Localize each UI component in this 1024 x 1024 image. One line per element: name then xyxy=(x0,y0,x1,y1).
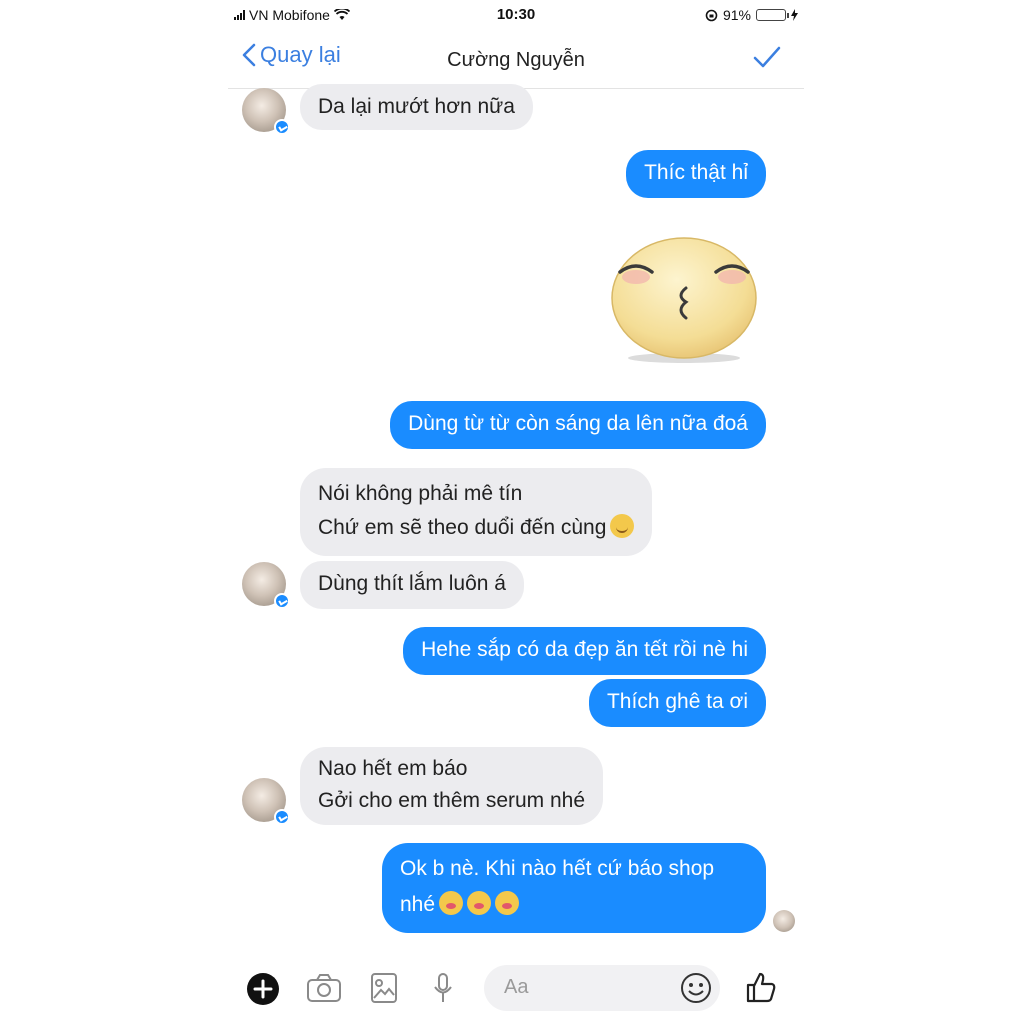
message-bubble-incoming[interactable]: Nói không phải mê tín Chứ em sẽ theo duổ… xyxy=(300,468,653,556)
message-bubble-incoming[interactable]: Dùng thít lắm luôn á xyxy=(300,561,524,609)
kissing-face-emoji-icon xyxy=(495,891,520,915)
message-bubble-outgoing[interactable]: Ok b nè. Khi nào hết cứ báo shop nhé xyxy=(382,843,766,933)
message-bubble-outgoing[interactable]: Thíc thật hỉ xyxy=(626,150,766,198)
battery-info: 91% xyxy=(705,7,798,23)
messenger-screen: VN Mobifone 10:30 91% Quay lại Cường Ngu… xyxy=(228,0,804,1024)
image-icon[interactable] xyxy=(370,972,398,1004)
message-text: Dùng từ từ còn sáng da lên nữa đoá xyxy=(408,412,748,435)
camera-icon[interactable] xyxy=(306,973,342,1003)
contact-avatar[interactable] xyxy=(242,562,290,609)
smiling-face-emoji-icon xyxy=(610,514,635,538)
message-text: Thích ghê ta ơi xyxy=(606,690,748,713)
message-line: Chứ em sẽ theo duổi đến cùng xyxy=(318,511,635,545)
messenger-badge-icon xyxy=(274,593,290,609)
rotation-lock-icon xyxy=(705,9,718,21)
message-text: Gởi cho em thêm serum nhé xyxy=(318,789,586,812)
battery-percent: 91% xyxy=(722,7,751,23)
done-button[interactable] xyxy=(752,44,782,75)
seen-avatar xyxy=(773,910,795,932)
message-bubble-outgoing[interactable]: Hehe sắp có da đẹp ăn tết rồi nè hi xyxy=(403,627,766,675)
thumbs-up-icon[interactable] xyxy=(744,970,778,1004)
message-text: Ok b nè. Khi nào hết cứ báo shop xyxy=(400,857,715,880)
kissing-face-emoji-icon xyxy=(467,891,492,915)
status-bar: VN Mobifone 10:30 91% xyxy=(228,0,804,30)
battery-icon xyxy=(756,9,789,21)
message-text: Hehe sắp có da đẹp ăn tết rồi nè hi xyxy=(421,638,748,661)
message-text: nhé xyxy=(400,893,436,916)
message-text: Nao hết em báo xyxy=(318,757,468,780)
message-bubble-outgoing[interactable]: Dùng từ từ còn sáng da lên nữa đoá xyxy=(390,401,766,449)
message-text: Nói không phải mê tín xyxy=(318,482,523,505)
messenger-badge-icon xyxy=(274,119,290,135)
emoji-icon[interactable] xyxy=(680,972,712,1004)
message-text: Chứ em sẽ theo duổi đến cùng xyxy=(318,516,607,539)
message-text: Thíc thật hỉ xyxy=(644,161,748,184)
message-bubble-incoming[interactable]: Da lại mướt hơn nữa xyxy=(300,84,533,130)
message-text: Da lại mướt hơn nữa xyxy=(318,95,515,118)
message-input[interactable]: Aa xyxy=(484,965,720,1011)
message-line: nhé xyxy=(400,887,748,923)
plus-icon[interactable] xyxy=(246,972,280,1006)
contact-name: Cường Nguyễn xyxy=(447,49,585,71)
contact-avatar[interactable] xyxy=(242,778,290,825)
message-input-placeholder: Aa xyxy=(504,976,529,998)
message-composer: Aa xyxy=(228,960,804,1024)
message-text: Dùng thít lắm luôn á xyxy=(318,572,506,595)
microphone-icon[interactable] xyxy=(433,972,453,1006)
charging-icon xyxy=(791,9,798,21)
kissing-face-emoji-icon xyxy=(439,891,464,915)
kissing-face-sticker[interactable] xyxy=(608,232,760,364)
message-bubble-incoming[interactable]: Nao hết em báo Gởi cho em thêm serum nhé xyxy=(300,747,604,825)
conversation-header: Quay lại Cường Nguyễn xyxy=(228,38,804,89)
messenger-badge-icon xyxy=(274,809,290,825)
contact-avatar[interactable] xyxy=(242,88,290,135)
checkmark-icon xyxy=(753,46,781,68)
message-bubble-outgoing[interactable]: Thích ghê ta ơi xyxy=(588,679,766,727)
